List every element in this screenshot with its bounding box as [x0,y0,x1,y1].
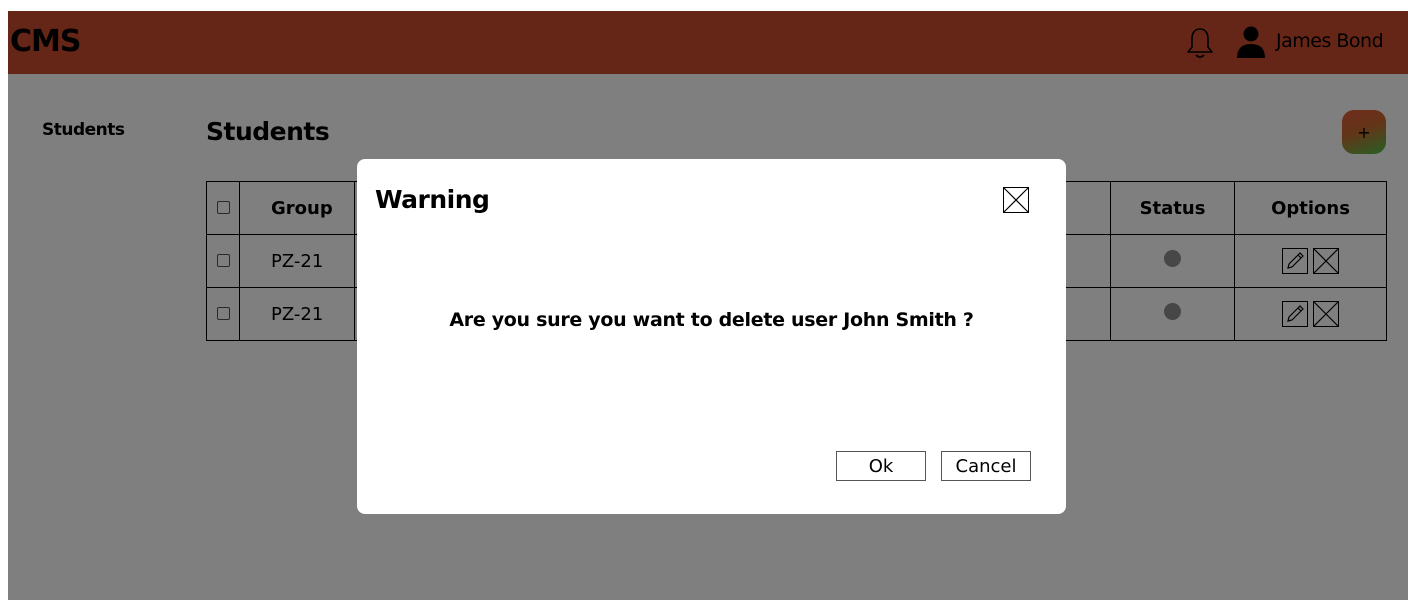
dialog-message: Are you sure you want to delete user Joh… [449,309,974,331]
close-icon[interactable] [1003,187,1029,213]
cancel-button[interactable]: Cancel [941,451,1031,481]
dialog-title: Warning [375,185,490,214]
ok-button[interactable]: Ok [836,451,926,481]
warning-dialog: Warning Are you sure you want to delete … [357,159,1066,514]
app-window: CMS James Bond Students Students + Group… [8,11,1408,600]
